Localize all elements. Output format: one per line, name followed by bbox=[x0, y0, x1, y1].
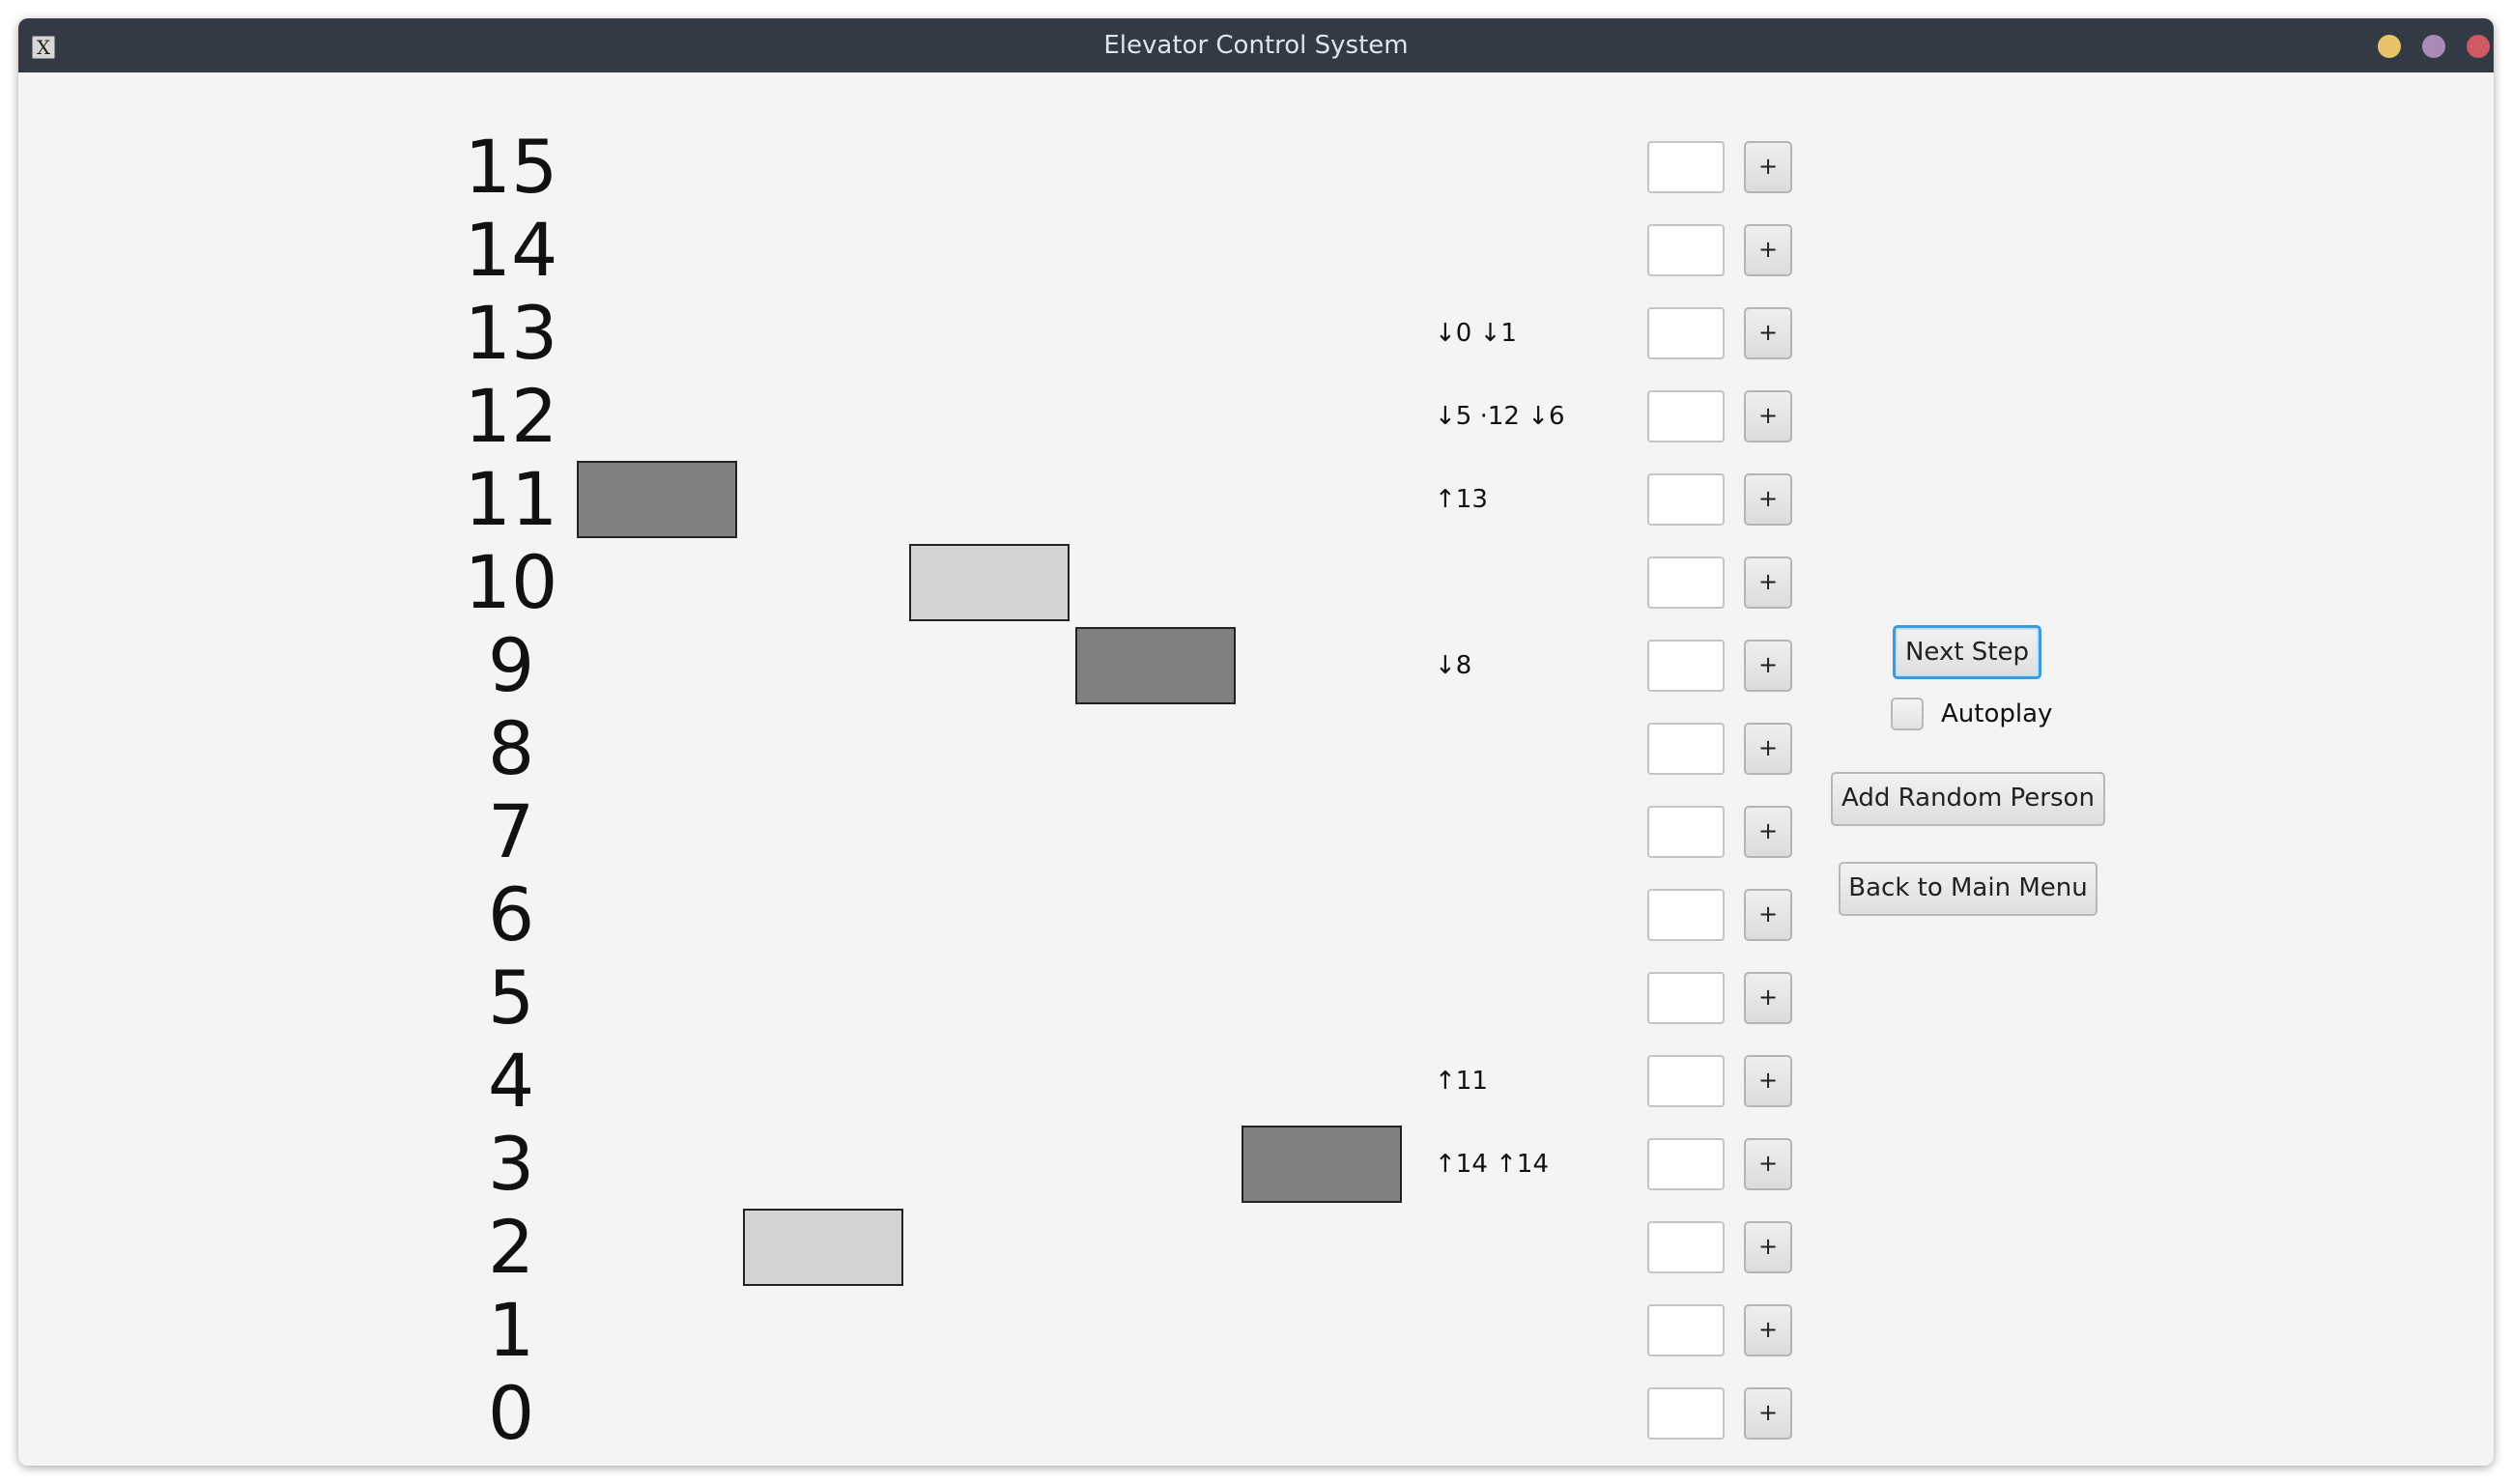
window-title: Elevator Control System bbox=[1103, 31, 1409, 60]
floor-number: 10 bbox=[464, 539, 558, 625]
autoplay-label: Autoplay bbox=[1941, 699, 2053, 728]
elevator-car bbox=[743, 1209, 903, 1286]
maximize-button[interactable] bbox=[2422, 35, 2445, 58]
add-person-button[interactable]: + bbox=[1744, 556, 1792, 609]
floor-destination-input[interactable] bbox=[1647, 224, 1725, 276]
close-button[interactable] bbox=[2467, 35, 2490, 58]
floor-number: 9 bbox=[487, 622, 535, 708]
add-person-button[interactable]: + bbox=[1744, 889, 1792, 941]
add-person-button[interactable]: + bbox=[1744, 307, 1792, 359]
add-person-button[interactable]: + bbox=[1744, 1387, 1792, 1440]
floor-waiting-queue: ↑13 bbox=[1435, 485, 1488, 514]
floor-waiting-queue bbox=[1435, 209, 1628, 292]
floor-number: 8 bbox=[487, 705, 535, 791]
floor-number: 0 bbox=[487, 1370, 535, 1456]
floor-destination-input[interactable] bbox=[1647, 889, 1725, 941]
next-step-button[interactable]: Next Step bbox=[1893, 625, 2041, 679]
floor-waiting-queue bbox=[1435, 1372, 1628, 1455]
floor-waiting-queue bbox=[1435, 873, 1628, 956]
floor-waiting-queue bbox=[1435, 956, 1628, 1040]
add-person-button[interactable]: + bbox=[1744, 1304, 1792, 1356]
title-bar[interactable]: X Elevator Control System bbox=[18, 18, 2494, 72]
floor-destination-input[interactable] bbox=[1647, 390, 1725, 442]
floor-waiting-queue: ↑14 ↑14 bbox=[1435, 1150, 1550, 1179]
floor-destination-input[interactable] bbox=[1647, 1055, 1725, 1107]
floor-waiting-queue bbox=[1435, 126, 1628, 209]
floor-destination-input[interactable] bbox=[1647, 1304, 1725, 1356]
elevator-car bbox=[909, 544, 1070, 621]
floor-number: 7 bbox=[487, 788, 535, 874]
add-person-button[interactable]: + bbox=[1744, 1055, 1792, 1107]
floor-destination-input[interactable] bbox=[1647, 806, 1725, 858]
floor-waiting-queue bbox=[1435, 790, 1628, 873]
add-random-person-button[interactable]: Add Random Person bbox=[1831, 772, 2105, 826]
floor-waiting-queue: ↓5 ·12 ↓6 bbox=[1435, 402, 1565, 431]
floor-destination-input[interactable] bbox=[1647, 473, 1725, 526]
floor-number: 5 bbox=[487, 955, 535, 1041]
floor-number: 13 bbox=[464, 290, 558, 376]
add-person-button[interactable]: + bbox=[1744, 473, 1792, 526]
elevator-car bbox=[1075, 627, 1236, 704]
add-person-button[interactable]: + bbox=[1744, 390, 1792, 442]
floor-destination-input[interactable] bbox=[1647, 723, 1725, 775]
back-to-main-menu-button[interactable]: Back to Main Menu bbox=[1839, 862, 2098, 916]
floor-number: 1 bbox=[487, 1287, 535, 1373]
floor-number: 14 bbox=[464, 207, 558, 293]
add-person-button[interactable]: + bbox=[1744, 1221, 1792, 1273]
floor-waiting-queue: ↓8 bbox=[1435, 651, 1472, 680]
floor-destination-input[interactable] bbox=[1647, 1221, 1725, 1273]
autoplay-checkbox[interactable] bbox=[1891, 698, 1924, 730]
add-person-button[interactable]: + bbox=[1744, 723, 1792, 775]
add-person-button[interactable]: + bbox=[1744, 1138, 1792, 1190]
floor-number: 15 bbox=[464, 124, 558, 210]
floor-waiting-queue: ↑11 bbox=[1435, 1067, 1488, 1096]
add-person-button[interactable]: + bbox=[1744, 640, 1792, 692]
add-person-button[interactable]: + bbox=[1744, 141, 1792, 193]
floor-number: 3 bbox=[487, 1121, 535, 1207]
floor-destination-input[interactable] bbox=[1647, 972, 1725, 1024]
floor-destination-input[interactable] bbox=[1647, 1138, 1725, 1190]
floor-destination-input[interactable] bbox=[1647, 556, 1725, 609]
floor-destination-input[interactable] bbox=[1647, 307, 1725, 359]
add-person-button[interactable]: + bbox=[1744, 806, 1792, 858]
elevator-car bbox=[577, 461, 737, 538]
floor-number: 4 bbox=[487, 1038, 535, 1124]
floor-waiting-queue bbox=[1435, 1289, 1628, 1372]
add-person-button[interactable]: + bbox=[1744, 972, 1792, 1024]
floor-waiting-queue bbox=[1435, 541, 1628, 624]
floor-destination-input[interactable] bbox=[1647, 141, 1725, 193]
floor-waiting-queue: ↓0 ↓1 bbox=[1435, 319, 1517, 348]
floor-waiting-queue bbox=[1435, 1206, 1628, 1289]
floor-destination-input[interactable] bbox=[1647, 640, 1725, 692]
floor-number: 11 bbox=[464, 456, 558, 542]
elevator-car bbox=[1242, 1126, 1402, 1203]
app-window: X Elevator Control System 15 +14 +13 ↓0 ↓1 +… bbox=[18, 18, 2494, 1466]
add-person-button[interactable]: + bbox=[1744, 224, 1792, 276]
floor-destination-input[interactable] bbox=[1647, 1387, 1725, 1440]
minimize-button[interactable] bbox=[2378, 35, 2401, 58]
floor-number: 2 bbox=[487, 1204, 535, 1290]
floor-number: 6 bbox=[487, 871, 535, 957]
floor-waiting-queue bbox=[1435, 707, 1628, 790]
floor-number: 12 bbox=[464, 373, 558, 459]
